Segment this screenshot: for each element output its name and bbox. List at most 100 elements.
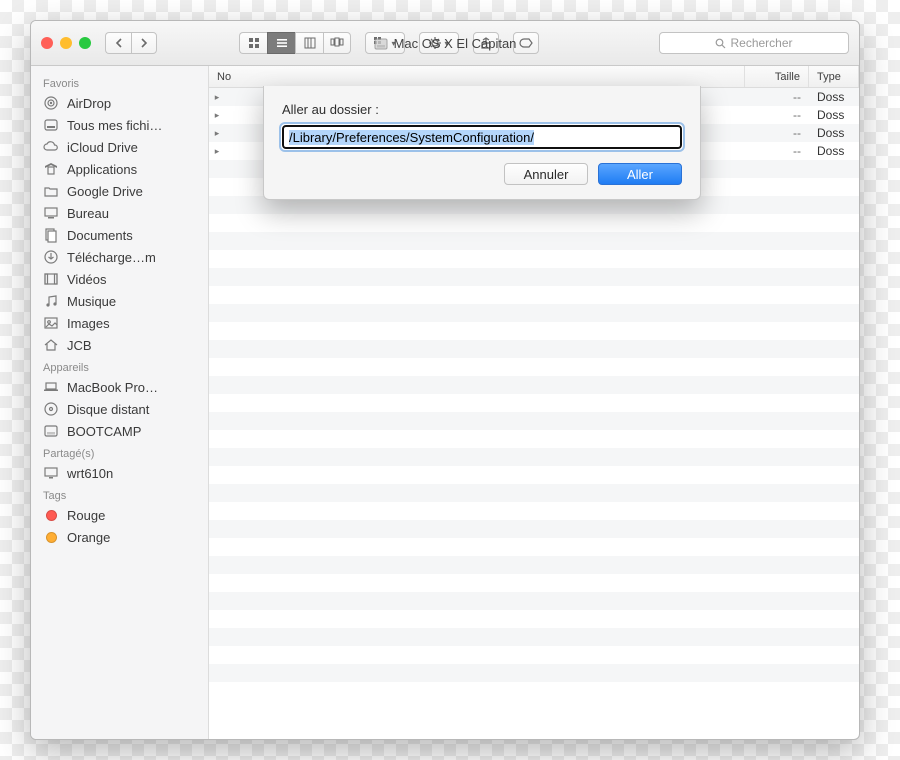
sidebar-item[interactable]: AirDrop bbox=[31, 92, 208, 114]
table-row bbox=[209, 358, 859, 376]
allfiles-icon bbox=[43, 117, 59, 133]
view-icons-button[interactable] bbox=[239, 32, 267, 54]
nav-buttons bbox=[105, 32, 157, 54]
images-icon bbox=[43, 315, 59, 331]
row-type: Doss bbox=[809, 126, 859, 140]
remotedisc-icon bbox=[43, 401, 59, 417]
disclosure-icon[interactable]: ▸ bbox=[209, 92, 225, 103]
documents-icon bbox=[43, 227, 59, 243]
zoom-button[interactable] bbox=[79, 37, 91, 49]
table-row bbox=[209, 646, 859, 664]
sidebar-item[interactable]: Google Drive bbox=[31, 180, 208, 202]
sidebar-item[interactable]: Images bbox=[31, 312, 208, 334]
gear-icon bbox=[429, 37, 441, 49]
column-type[interactable]: Type bbox=[809, 66, 859, 87]
goto-folder-label: Aller au dossier : bbox=[282, 102, 682, 117]
sidebar-section-title: Tags bbox=[31, 484, 208, 504]
view-columns-button[interactable] bbox=[295, 32, 323, 54]
table-row bbox=[209, 610, 859, 628]
sidebar-item[interactable]: MacBook Pro… bbox=[31, 376, 208, 398]
sidebar-item-label: Bureau bbox=[67, 206, 109, 221]
table-row bbox=[209, 520, 859, 538]
row-size: -- bbox=[745, 90, 809, 104]
view-list-button[interactable] bbox=[267, 32, 295, 54]
sidebar-item-label: JCB bbox=[67, 338, 92, 353]
icloud-icon bbox=[43, 139, 59, 155]
titlebar: ▾ ▾ Rechercher bbox=[31, 21, 859, 66]
sidebar-item[interactable]: Tous mes fichi… bbox=[31, 114, 208, 136]
sidebar-item-label: Orange bbox=[67, 530, 110, 545]
movies-icon bbox=[43, 271, 59, 287]
action-button[interactable]: ▾ bbox=[419, 32, 459, 54]
sidebar-item[interactable]: wrt610n bbox=[31, 462, 208, 484]
disk-icon bbox=[43, 423, 59, 439]
tag-icon bbox=[43, 529, 59, 545]
column-size[interactable]: Taille bbox=[745, 66, 809, 87]
table-row bbox=[209, 502, 859, 520]
sidebar-item-label: Applications bbox=[67, 162, 137, 177]
arrange-button[interactable]: ▾ bbox=[365, 32, 405, 54]
tags-button[interactable] bbox=[513, 32, 539, 54]
table-row bbox=[209, 556, 859, 574]
sidebar: Favoris AirDrop Tous mes fichi…iCloud Driv… bbox=[31, 66, 209, 739]
goto-folder-dialog: Aller au dossier : Annuler Aller bbox=[263, 86, 701, 200]
share-icon bbox=[480, 37, 492, 49]
table-row bbox=[209, 574, 859, 592]
row-type: Doss bbox=[809, 90, 859, 104]
table-row bbox=[209, 268, 859, 286]
folder-icon bbox=[43, 183, 59, 199]
row-type: Doss bbox=[809, 144, 859, 158]
laptop-icon bbox=[43, 379, 59, 395]
view-mode-segment bbox=[239, 32, 351, 54]
back-button[interactable] bbox=[105, 32, 131, 54]
sidebar-item-label: Vidéos bbox=[67, 272, 107, 287]
downloads-icon bbox=[43, 249, 59, 265]
sidebar-item[interactable]: Orange bbox=[31, 526, 208, 548]
forward-button[interactable] bbox=[131, 32, 157, 54]
sidebar-item[interactable]: JCB bbox=[31, 334, 208, 356]
cancel-button[interactable]: Annuler bbox=[504, 163, 588, 185]
sidebar-item[interactable]: BOOTCAMP bbox=[31, 420, 208, 442]
table-row bbox=[209, 322, 859, 340]
sidebar-item[interactable]: Applications bbox=[31, 158, 208, 180]
disclosure-icon[interactable]: ▸ bbox=[209, 128, 225, 139]
table-row bbox=[209, 304, 859, 322]
row-size: -- bbox=[745, 126, 809, 140]
disclosure-icon[interactable]: ▸ bbox=[209, 146, 225, 157]
sidebar-item[interactable]: Disque distant bbox=[31, 398, 208, 420]
view-coverflow-button[interactable] bbox=[323, 32, 351, 54]
sidebar-item-label: wrt610n bbox=[67, 466, 113, 481]
sidebar-item[interactable]: Télécharge…m bbox=[31, 246, 208, 268]
close-button[interactable] bbox=[41, 37, 53, 49]
table-row bbox=[209, 466, 859, 484]
sidebar-item[interactable]: Bureau bbox=[31, 202, 208, 224]
desktop-icon bbox=[43, 205, 59, 221]
share-button[interactable] bbox=[473, 32, 499, 54]
search-field[interactable]: Rechercher bbox=[659, 32, 849, 54]
sidebar-item-label: Google Drive bbox=[67, 184, 143, 199]
sidebar-item-label: Télécharge…m bbox=[67, 250, 156, 265]
sidebar-item-label: Disque distant bbox=[67, 402, 149, 417]
goto-folder-input[interactable] bbox=[282, 125, 682, 149]
sidebar-item[interactable]: Vidéos bbox=[31, 268, 208, 290]
table-row bbox=[209, 232, 859, 250]
arrange-icon bbox=[374, 37, 388, 49]
chevron-left-icon bbox=[115, 38, 123, 48]
table-row bbox=[209, 430, 859, 448]
sidebar-item[interactable]: Documents bbox=[31, 224, 208, 246]
sidebar-item-label: Documents bbox=[67, 228, 133, 243]
sidebar-item-label: MacBook Pro… bbox=[67, 380, 158, 395]
chevron-right-icon bbox=[140, 38, 148, 48]
sidebar-item[interactable]: Rouge bbox=[31, 504, 208, 526]
minimize-button[interactable] bbox=[60, 37, 72, 49]
sidebar-item[interactable]: Musique bbox=[31, 290, 208, 312]
table-row bbox=[209, 448, 859, 466]
disclosure-icon[interactable]: ▸ bbox=[209, 110, 225, 121]
sidebar-section-title: Favoris bbox=[31, 72, 208, 92]
go-button[interactable]: Aller bbox=[598, 163, 682, 185]
sidebar-section-title: Appareils bbox=[31, 356, 208, 376]
column-name[interactable]: No bbox=[209, 66, 745, 87]
airdrop-icon bbox=[43, 95, 59, 111]
sidebar-item[interactable]: iCloud Drive bbox=[31, 136, 208, 158]
sidebar-item-label: AirDrop bbox=[67, 96, 111, 111]
